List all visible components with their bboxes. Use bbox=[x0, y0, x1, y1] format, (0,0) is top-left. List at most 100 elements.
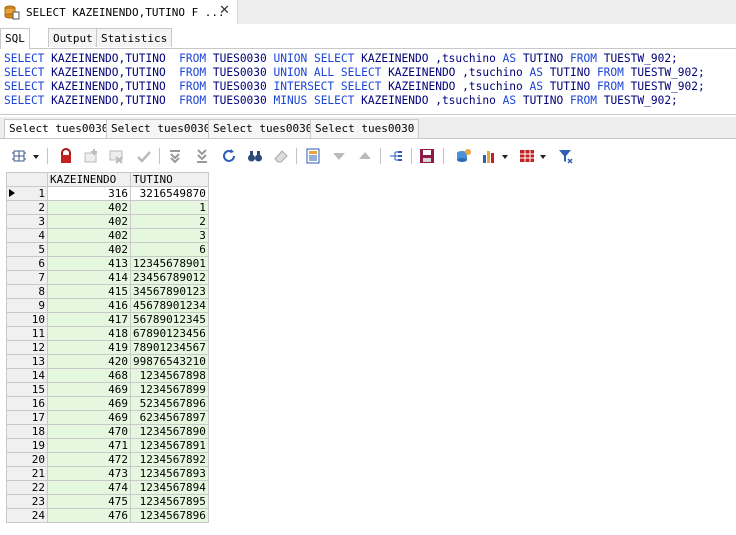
cell-tutino[interactable]: 3 bbox=[130, 228, 209, 243]
table-row[interactable]: 23 475 1234567895 bbox=[6, 494, 209, 509]
cell-kazeinendo[interactable]: 414 bbox=[47, 270, 131, 285]
table-row[interactable]: 18 470 1234567890 bbox=[6, 424, 209, 439]
table-dropdown[interactable] bbox=[540, 155, 546, 159]
cell-tutino[interactable]: 1234567893 bbox=[130, 466, 209, 481]
document-tab[interactable]: SELECT KAZEINENDO,TUTINO F ... ✕ bbox=[0, 0, 238, 24]
tab-statistics[interactable]: Statistics bbox=[96, 28, 173, 47]
sort-down-icon[interactable] bbox=[330, 147, 348, 165]
row-number[interactable]: 13 bbox=[6, 354, 48, 369]
row-number[interactable]: 12 bbox=[6, 340, 48, 355]
row-number[interactable]: 3 bbox=[6, 214, 48, 229]
chart-icon[interactable] bbox=[480, 147, 498, 165]
result-tab-2[interactable]: Select tues0030 bbox=[106, 119, 216, 138]
delete-record-icon[interactable] bbox=[108, 147, 126, 165]
cell-tutino[interactable]: 1234567896 bbox=[130, 508, 209, 523]
table-row[interactable]: 9 416 45678901234 bbox=[6, 298, 209, 313]
row-number[interactable]: 6 bbox=[6, 256, 48, 271]
grid-settings-dropdown[interactable] bbox=[33, 155, 39, 159]
table-row[interactable]: 10 417 56789012345 bbox=[6, 312, 209, 327]
table-row[interactable]: 15 469 1234567899 bbox=[6, 382, 209, 397]
row-number[interactable]: 8 bbox=[6, 284, 48, 299]
tab-output[interactable]: Output bbox=[48, 28, 98, 47]
sort-up-icon[interactable] bbox=[356, 147, 374, 165]
export-icon[interactable] bbox=[454, 147, 472, 165]
grid-settings-icon[interactable] bbox=[10, 147, 28, 165]
cell-tutino[interactable]: 1234567895 bbox=[130, 494, 209, 509]
row-number[interactable]: 9 bbox=[6, 298, 48, 313]
table-icon[interactable] bbox=[518, 147, 536, 165]
table-row[interactable]: 17 469 6234567897 bbox=[6, 410, 209, 425]
row-number[interactable]: 1 bbox=[6, 186, 48, 201]
move-first-icon[interactable] bbox=[166, 147, 184, 165]
table-row[interactable]: 4 402 3 bbox=[6, 228, 209, 243]
table-row[interactable]: 3 402 2 bbox=[6, 214, 209, 229]
cell-tutino[interactable]: 1 bbox=[130, 200, 209, 215]
cell-tutino[interactable]: 1234567892 bbox=[130, 452, 209, 467]
clear-eraser-icon[interactable] bbox=[272, 147, 290, 165]
cell-kazeinendo[interactable]: 471 bbox=[47, 438, 131, 453]
row-number[interactable]: 2 bbox=[6, 200, 48, 215]
cell-kazeinendo[interactable]: 316 bbox=[47, 186, 131, 201]
cell-kazeinendo[interactable]: 402 bbox=[47, 228, 131, 243]
cell-tutino[interactable]: 1234567891 bbox=[130, 438, 209, 453]
cell-kazeinendo[interactable]: 413 bbox=[47, 256, 131, 271]
find-binoculars-icon[interactable] bbox=[246, 147, 264, 165]
add-record-icon[interactable] bbox=[82, 147, 100, 165]
filter-icon[interactable] bbox=[557, 147, 575, 165]
table-row[interactable]: 20 472 1234567892 bbox=[6, 452, 209, 467]
cell-tutino[interactable]: 99876543210 bbox=[130, 354, 209, 369]
row-number[interactable]: 5 bbox=[6, 242, 48, 257]
table-row[interactable]: 13 420 99876543210 bbox=[6, 354, 209, 369]
lock-icon[interactable] bbox=[57, 147, 75, 165]
table-row[interactable]: 11 418 67890123456 bbox=[6, 326, 209, 341]
cell-kazeinendo[interactable]: 472 bbox=[47, 452, 131, 467]
column-header-kazeinendo[interactable]: KAZEINENDO bbox=[47, 172, 131, 187]
cell-tutino[interactable]: 1234567899 bbox=[130, 382, 209, 397]
cell-kazeinendo[interactable]: 417 bbox=[47, 312, 131, 327]
table-row[interactable]: 19 471 1234567891 bbox=[6, 438, 209, 453]
cell-kazeinendo[interactable]: 419 bbox=[47, 340, 131, 355]
cell-tutino[interactable]: 67890123456 bbox=[130, 326, 209, 341]
cell-kazeinendo[interactable]: 475 bbox=[47, 494, 131, 509]
move-last-icon[interactable] bbox=[193, 147, 211, 165]
table-row[interactable]: 12 419 78901234567 bbox=[6, 340, 209, 355]
cell-tutino[interactable]: 1234567890 bbox=[130, 424, 209, 439]
result-tab-4[interactable]: Select tues0030 bbox=[310, 119, 420, 138]
cell-kazeinendo[interactable]: 476 bbox=[47, 508, 131, 523]
cell-tutino[interactable]: 78901234567 bbox=[130, 340, 209, 355]
row-number[interactable]: 4 bbox=[6, 228, 48, 243]
table-row[interactable]: 24 476 1234567896 bbox=[6, 508, 209, 523]
row-number[interactable]: 18 bbox=[6, 424, 48, 439]
post-checkmark-icon[interactable] bbox=[135, 147, 153, 165]
row-number[interactable]: 23 bbox=[6, 494, 48, 509]
cell-kazeinendo[interactable]: 416 bbox=[47, 298, 131, 313]
row-number[interactable]: 22 bbox=[6, 480, 48, 495]
cell-tutino[interactable]: 45678901234 bbox=[130, 298, 209, 313]
column-header-tutino[interactable]: TUTINO bbox=[130, 172, 209, 187]
table-row[interactable]: 1 316 3216549870 bbox=[6, 186, 209, 201]
row-number[interactable]: 19 bbox=[6, 438, 48, 453]
cell-kazeinendo[interactable]: 402 bbox=[47, 214, 131, 229]
row-number[interactable]: 21 bbox=[6, 466, 48, 481]
table-row[interactable]: 5 402 6 bbox=[6, 242, 209, 257]
cell-kazeinendo[interactable]: 420 bbox=[47, 354, 131, 369]
cell-kazeinendo[interactable]: 469 bbox=[47, 396, 131, 411]
cell-tutino[interactable]: 1234567894 bbox=[130, 480, 209, 495]
result-grid[interactable]: KAZEINENDO TUTINO 1 316 3216549870 2 402 1 3 40… bbox=[6, 172, 209, 523]
row-number[interactable]: 15 bbox=[6, 382, 48, 397]
tab-sql[interactable]: SQL bbox=[0, 28, 30, 49]
row-number[interactable]: 7 bbox=[6, 270, 48, 285]
row-number[interactable]: 16 bbox=[6, 396, 48, 411]
row-number[interactable]: 17 bbox=[6, 410, 48, 425]
cell-kazeinendo[interactable]: 470 bbox=[47, 424, 131, 439]
cell-kazeinendo[interactable]: 415 bbox=[47, 284, 131, 299]
table-row[interactable]: 8 415 34567890123 bbox=[6, 284, 209, 299]
row-number[interactable]: 10 bbox=[6, 312, 48, 327]
record-view-icon[interactable] bbox=[304, 147, 322, 165]
tree-icon[interactable] bbox=[387, 147, 405, 165]
cell-kazeinendo[interactable]: 402 bbox=[47, 242, 131, 257]
table-row[interactable]: 7 414 23456789012 bbox=[6, 270, 209, 285]
result-tab-1[interactable]: Select tues0030 bbox=[4, 119, 114, 138]
cell-kazeinendo[interactable]: 468 bbox=[47, 368, 131, 383]
cell-tutino[interactable]: 6234567897 bbox=[130, 410, 209, 425]
